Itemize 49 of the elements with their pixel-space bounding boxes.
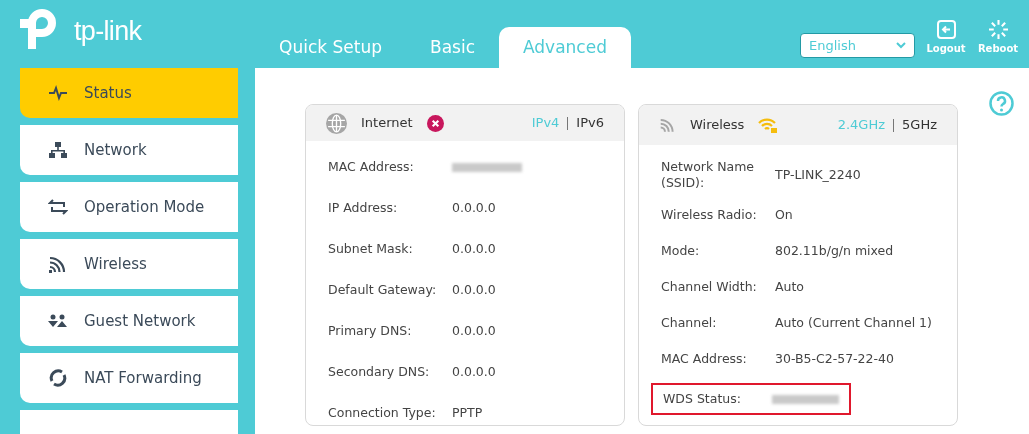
cycle-icon [48, 369, 68, 387]
field-value: 802.11b/g/n mixed [775, 241, 894, 260]
field-label: Channel Width: [661, 279, 758, 295]
field-label: MAC Address: [328, 157, 415, 176]
spinner-icon [988, 20, 1008, 39]
sidebar-item[interactable]: Operation Mode [20, 182, 238, 232]
field-value: 0.0.0.0 [452, 362, 496, 381]
mode-link[interactable]: 5GHz [902, 115, 937, 135]
signal-icon [659, 117, 676, 133]
field-label: Wireless Radio: [661, 207, 758, 223]
field-value: PPTP [452, 403, 483, 422]
card-title: Internet [361, 114, 413, 133]
field-label: Default Gateway: [328, 280, 438, 299]
signal-icon [48, 255, 68, 273]
field-value: 0.0.0.0 [452, 321, 496, 340]
sidebar-item[interactable]: Guest Network [20, 296, 238, 346]
sidebar-item[interactable]: Network [20, 125, 238, 175]
logout-icon [936, 20, 956, 39]
help-icon[interactable] [989, 91, 1014, 116]
globe-icon [326, 112, 347, 134]
card-title: Wireless [690, 116, 745, 135]
field-label: Secondary DNS: [328, 362, 431, 381]
field-value: Auto [775, 277, 805, 296]
field-label: WDS Status: [663, 391, 742, 407]
field-value: Auto (Current Channel 1) [775, 313, 932, 332]
field-label: Network Name (SSID): [661, 159, 756, 191]
field-label: Connection Type: [328, 403, 437, 422]
sidebar-item[interactable]: NAT Forwarding [20, 353, 238, 403]
field-label: Primary DNS: [328, 321, 413, 340]
chevron-down-icon [896, 42, 906, 49]
field-value: On [775, 205, 793, 224]
field-value: 0.0.0.0 [452, 198, 496, 217]
field-label: Subnet Mask: [328, 239, 414, 258]
brand-name: tp-link [74, 17, 142, 45]
field-value: TP-LINK_2240 [775, 165, 861, 184]
swap-arrows-icon [48, 198, 68, 216]
field-label: MAC Address: [661, 351, 748, 367]
field-value: 30-B5-C2-57-22-40 [775, 349, 894, 368]
mode-link[interactable]: IPv6 [576, 113, 604, 133]
field-label: Channel: [661, 315, 718, 331]
pulse-icon [48, 84, 68, 102]
network-tree-icon [48, 141, 68, 159]
field-value: 0.0.0.0 [452, 280, 496, 299]
sidebar-item[interactable]: Status [20, 68, 238, 118]
sidebar-item[interactable]: Wireless [20, 239, 238, 289]
field-label: Mode: [661, 243, 701, 259]
field-label: IP Address: [328, 198, 399, 217]
field-value: 0.0.0.0 [452, 239, 496, 258]
people-icon [48, 312, 68, 330]
